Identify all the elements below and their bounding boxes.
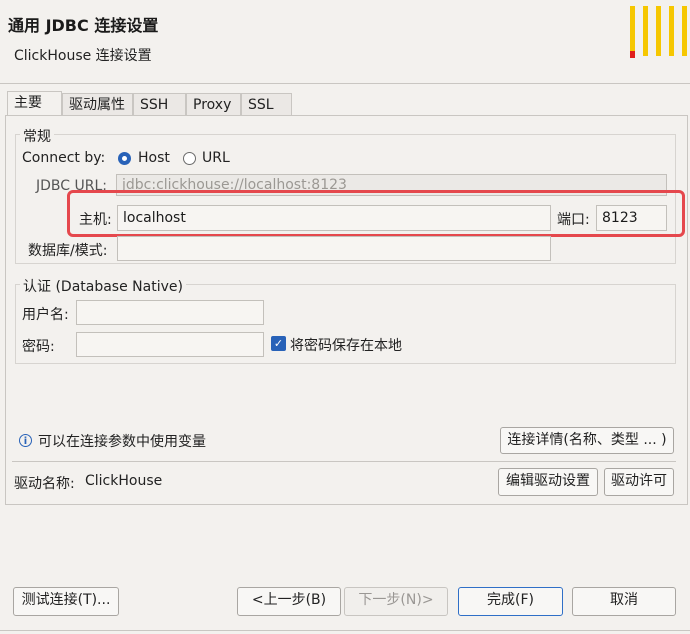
tab-ssl[interactable]: SSL <box>241 93 292 116</box>
host-port-highlight <box>67 190 685 237</box>
save-password-checkbox[interactable]: ✓ <box>271 336 286 351</box>
database-label: 数据库/模式: <box>28 243 108 259</box>
host-radio-label[interactable]: Host <box>138 150 170 166</box>
username-label: 用户名: <box>22 307 69 323</box>
password-label: 密码: <box>22 339 55 355</box>
back-button[interactable]: <上一步(B) <box>237 587 341 616</box>
host-radio[interactable] <box>118 152 131 165</box>
auth-legend: 认证 (Database Native) <box>20 276 186 296</box>
info-icon: i <box>19 434 32 447</box>
dialog-header: 通用 JDBC 连接设置 ClickHouse 连接设置 <box>0 0 690 84</box>
test-connection-button[interactable]: 测试连接(T)... <box>13 587 119 616</box>
general-legend: 常规 <box>20 126 54 146</box>
password-input[interactable] <box>76 332 264 357</box>
driver-name-label: 驱动名称: <box>14 476 75 492</box>
url-radio-label[interactable]: URL <box>202 150 230 166</box>
finish-button[interactable]: 完成(F) <box>458 587 563 616</box>
connect-by-label: Connect by: <box>22 150 106 166</box>
url-radio[interactable] <box>183 152 196 165</box>
footer-divider <box>0 630 690 631</box>
driver-license-button[interactable]: 驱动许可 <box>604 468 674 496</box>
tab-proxy[interactable]: Proxy <box>186 93 241 116</box>
edit-driver-button[interactable]: 编辑驱动设置 <box>498 468 598 496</box>
clickhouse-logo-icon <box>630 0 690 60</box>
database-input[interactable] <box>117 236 551 261</box>
cancel-button[interactable]: 取消 <box>572 587 676 616</box>
save-password-label[interactable]: 将密码保存在本地 <box>290 335 402 355</box>
variables-hint: 可以在连接参数中使用变量 <box>38 434 206 450</box>
dialog-title: 通用 JDBC 连接设置 <box>8 16 159 35</box>
tab-main[interactable]: 主要 <box>7 91 62 116</box>
tab-driver-properties[interactable]: 驱动属性 <box>62 93 133 116</box>
next-button[interactable]: 下一步(N)> <box>344 587 448 616</box>
connection-details-button[interactable]: 连接详情(名称、类型 ... ) <box>500 427 674 454</box>
username-input[interactable] <box>76 300 264 325</box>
tab-ssh[interactable]: SSH <box>133 93 186 116</box>
divider <box>12 461 676 462</box>
driver-name-value: ClickHouse <box>85 473 163 489</box>
dialog-subtitle: ClickHouse 连接设置 <box>14 48 152 64</box>
